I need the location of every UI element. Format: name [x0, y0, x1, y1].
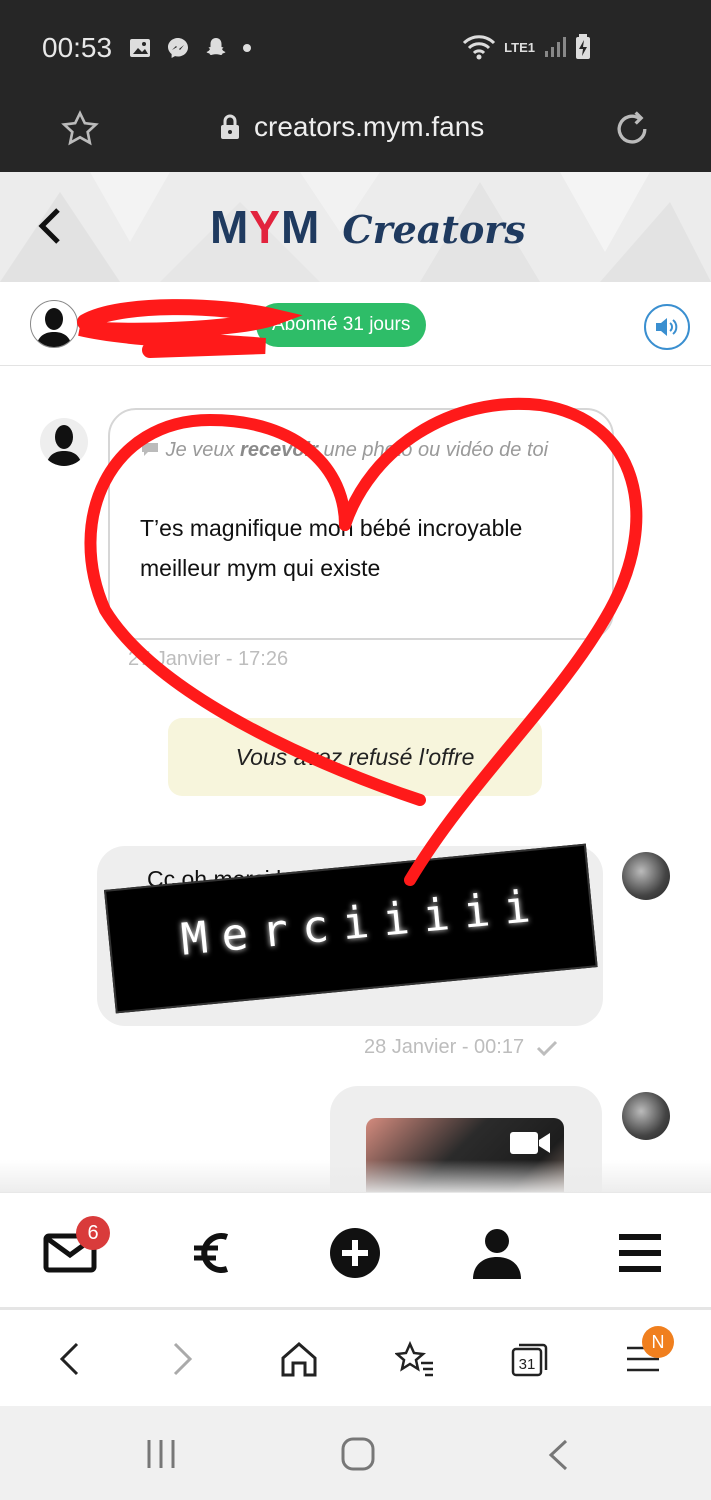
home-circle-icon[interactable]	[340, 1436, 376, 1472]
read-check-icon	[537, 1040, 558, 1056]
fan-message-avatar	[40, 418, 88, 466]
outgoing-timestamp: 28 Janvier - 00:17	[364, 1036, 558, 1059]
scroll-fade	[0, 1160, 711, 1192]
bookmark-star-icon[interactable]	[60, 109, 100, 149]
tabs-count: 31	[519, 1356, 536, 1373]
browser-bottom-nav: 31	[0, 1310, 711, 1406]
system-nav-bar	[0, 1406, 711, 1500]
app-header: MYM Creators	[0, 172, 711, 282]
incoming-message-bubble: Je veux recevoir une photo ou vidéo de t…	[108, 408, 614, 640]
offer-refused-notice: Vous avez refusé l'offre	[168, 718, 542, 796]
bookmark-list-icon	[395, 1341, 433, 1377]
clock: 00:53	[42, 32, 113, 63]
creator-avatar	[622, 852, 670, 900]
home-icon	[281, 1342, 317, 1377]
incoming-message-text: T’es magnifique mon bébé incroyable meil…	[140, 515, 523, 581]
user-icon	[473, 1229, 521, 1279]
browser-home-button[interactable]	[274, 1334, 324, 1384]
nav-profile[interactable]	[467, 1223, 527, 1283]
browser-bookmarks-button[interactable]	[390, 1334, 440, 1384]
request-label: Je veux recevoir une photo ou vidéo de t…	[140, 430, 590, 470]
plus-circle-icon	[330, 1228, 380, 1278]
chat-thread: Je veux recevoir une photo ou vidéo de t…	[0, 366, 711, 1192]
mym-creators-logo: MYM Creators	[210, 200, 526, 254]
tabs-icon: 31	[511, 1343, 548, 1377]
logo-mym: MYM	[210, 201, 321, 253]
signal-icon	[545, 37, 566, 57]
incoming-timestamp: 27 Janvier - 17:26	[128, 648, 289, 670]
status-bar: 00:53 LTE1	[0, 0, 711, 95]
browser-forward-button[interactable]	[158, 1334, 208, 1384]
euro-icon	[194, 1233, 229, 1273]
hamburger-icon	[619, 1234, 661, 1272]
sticker-text: Merciiiii	[178, 880, 547, 966]
speaker-icon	[656, 318, 678, 336]
messenger-icon	[168, 38, 188, 58]
nav-menu[interactable]	[610, 1223, 670, 1283]
sound-toggle-button[interactable]	[644, 304, 690, 350]
dot-icon	[243, 44, 251, 52]
chat-header: Abonné 31 jours	[0, 282, 711, 366]
network-type: LTE1	[504, 39, 535, 55]
gallery-icon	[130, 39, 150, 57]
battery-charging-icon	[576, 34, 590, 59]
app-bottom-nav	[0, 1192, 711, 1310]
url-text: creators.mym.fans	[254, 111, 485, 142]
silhouette-icon	[46, 425, 82, 466]
lock-icon	[221, 114, 239, 139]
back-arrow-icon[interactable]	[34, 204, 66, 248]
browser-back-button[interactable]	[44, 1334, 94, 1384]
url-display[interactable]: creators.mym.fans	[218, 111, 484, 143]
chevron-right-icon	[173, 1342, 193, 1376]
chevron-left-icon	[59, 1342, 79, 1376]
notification-icons	[128, 36, 252, 60]
system-indicators: LTE1	[462, 34, 591, 60]
browser-url-bar: creators.mym.fans	[0, 95, 711, 172]
nav-earnings[interactable]	[182, 1223, 242, 1283]
logo-creators: Creators	[342, 207, 526, 252]
menu-notification-badge: N	[642, 1326, 674, 1358]
nav-create[interactable]	[325, 1223, 385, 1283]
system-back-icon[interactable]	[546, 1438, 570, 1472]
request-icon	[142, 443, 158, 456]
video-camera-icon	[510, 1132, 550, 1154]
snapchat-icon	[206, 38, 226, 55]
recents-icon[interactable]	[144, 1438, 178, 1470]
wifi-icon	[463, 35, 496, 60]
inbox-count-badge: 6	[76, 1216, 110, 1250]
creator-avatar-2	[622, 1092, 670, 1140]
redaction-scribble	[77, 299, 303, 358]
reload-icon[interactable]	[610, 107, 654, 151]
browser-tabs-button[interactable]: 31	[504, 1334, 554, 1384]
